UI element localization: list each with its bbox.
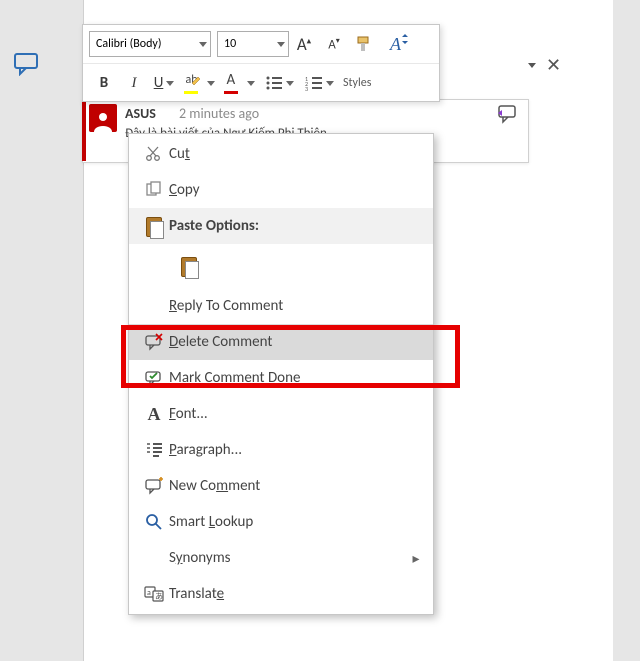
translate-icon: aあ [139, 585, 169, 603]
font-name-value: Calibri (Body) [96, 37, 161, 51]
chevron-right-icon: ▸ [409, 550, 423, 567]
grow-font-button[interactable]: A▴ [291, 31, 317, 57]
ctx-font[interactable]: A Font... [129, 396, 433, 432]
ctx-reply-comment[interactable]: Reply To Comment [129, 288, 433, 324]
close-icon[interactable]: ✕ [546, 54, 561, 76]
bold-button[interactable]: B [91, 70, 117, 96]
chevron-down-icon [286, 81, 294, 86]
chevron-down-icon [326, 81, 334, 86]
ctx-label: Cut [169, 145, 423, 163]
font-name-combo[interactable]: Calibri (Body) [89, 31, 211, 57]
comment-accent-bar [82, 99, 86, 161]
chevron-down-icon [166, 81, 174, 86]
svg-text:a: a [147, 588, 151, 598]
new-comment-icon [139, 477, 169, 495]
styles-label: Styles [343, 76, 371, 90]
ctx-label: Translate [169, 585, 423, 603]
avatar [89, 104, 117, 132]
numbering-button[interactable]: 123 [301, 70, 337, 96]
ctx-paragraph[interactable]: Paragraph... [129, 432, 433, 468]
underline-button[interactable]: U [151, 70, 177, 96]
collapse-chevron-icon[interactable] [528, 63, 536, 68]
ctx-delete-comment[interactable]: Delete Comment [129, 324, 433, 360]
ctx-label: Delete Comment [169, 333, 423, 351]
chevron-down-icon [277, 42, 285, 47]
format-painter-button[interactable] [351, 31, 377, 57]
mini-toolbar: Calibri (Body) 10 A▴ A▾ A B I U ab [82, 24, 440, 102]
chevron-down-icon [199, 42, 207, 47]
paste-icon [139, 213, 169, 239]
styles-button[interactable]: A [381, 31, 417, 57]
ctx-paste-heading: Paste Options: [129, 208, 433, 244]
font-size-value: 10 [224, 37, 236, 51]
chevron-down-icon [247, 81, 255, 86]
comment-gutter-icon[interactable] [14, 52, 40, 76]
delete-comment-icon [139, 333, 169, 351]
font-color-button[interactable]: A [221, 70, 257, 96]
ctx-cut[interactable]: Cut [129, 136, 433, 172]
ctx-label: Smart Lookup [169, 513, 423, 531]
ctx-label: Mark Comment Done [169, 369, 423, 387]
ctx-label: Reply To Comment [169, 297, 423, 315]
italic-button[interactable]: I [121, 70, 147, 96]
context-menu: Cut Copy Paste Options: Reply To Comment… [128, 133, 434, 615]
comment-author: ASUS [125, 105, 156, 122]
font-icon: A [139, 404, 169, 425]
ctx-label: Font... [169, 405, 423, 423]
ctx-label: Paste Options: [169, 217, 423, 235]
paragraph-icon [139, 442, 169, 458]
svg-text:A: A [389, 34, 402, 54]
comment-timestamp: 2 minutes ago [179, 105, 259, 122]
ctx-label: Paragraph... [169, 441, 423, 459]
copy-icon [139, 181, 169, 199]
ctx-translate[interactable]: aあ Translate [129, 576, 433, 612]
ctx-synonyms[interactable]: Synonyms ▸ [129, 540, 433, 576]
svg-text:3: 3 [305, 85, 308, 91]
paste-keep-source-icon [179, 253, 199, 279]
scissors-icon [139, 145, 169, 163]
ctx-label: New Comment [169, 477, 423, 495]
ctx-new-comment[interactable]: New Comment [129, 468, 433, 504]
ctx-label: Copy [169, 181, 423, 199]
ctx-label: Synonyms [169, 549, 409, 567]
ctx-paste-option[interactable] [129, 244, 433, 288]
chevron-down-icon [207, 81, 215, 86]
ctx-mark-done[interactable]: Mark Comment Done [129, 360, 433, 396]
font-size-combo[interactable]: 10 [217, 31, 289, 57]
ctx-smart-lookup[interactable]: Smart Lookup [129, 504, 433, 540]
ctx-copy[interactable]: Copy [129, 172, 433, 208]
bullets-button[interactable] [261, 70, 297, 96]
shrink-font-button[interactable]: A▾ [321, 31, 347, 57]
reply-icon[interactable] [496, 104, 518, 124]
svg-text:あ: あ [155, 592, 163, 602]
mark-done-icon [139, 369, 169, 387]
highlight-button[interactable]: ab [181, 70, 217, 96]
smart-lookup-icon [139, 513, 169, 531]
